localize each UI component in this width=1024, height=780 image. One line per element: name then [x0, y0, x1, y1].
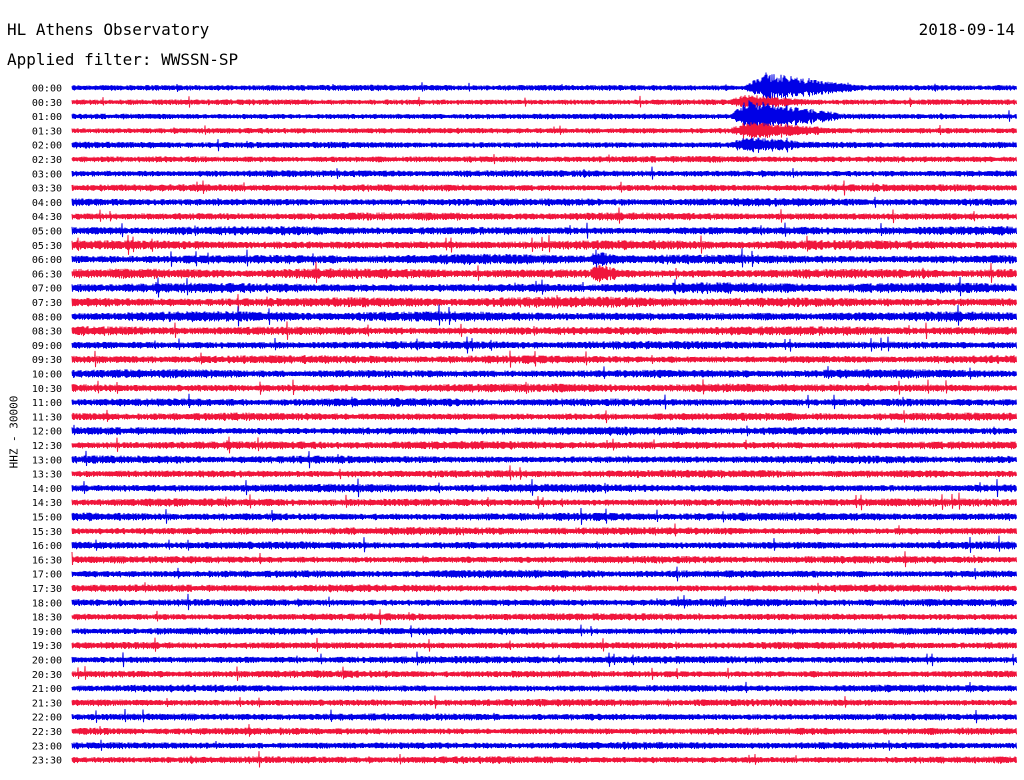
trace-row-1200 — [71, 424, 1017, 437]
row-time-label: 06:00 — [32, 255, 62, 266]
row-time-label: 08:00 — [32, 312, 62, 323]
row-time-label: 05:00 — [32, 227, 62, 238]
trace-row-2230 — [71, 724, 1017, 737]
row-time-label: 10:00 — [32, 370, 62, 381]
trace-row-1600 — [71, 535, 1017, 553]
trace-row-1800 — [71, 593, 1017, 611]
trace-row-2030 — [71, 666, 1017, 681]
trace-row-1830 — [71, 609, 1017, 625]
row-time-label: 17:30 — [32, 584, 62, 595]
trace-row-0700 — [71, 276, 1017, 298]
row-time-label: 22:00 — [32, 713, 62, 724]
row-time-label: 04:30 — [32, 212, 62, 223]
row-time-label: 14:30 — [32, 498, 62, 509]
row-time-label: 05:30 — [32, 241, 62, 252]
trace-row-1030 — [71, 379, 1017, 396]
row-time-label: 22:30 — [32, 727, 62, 738]
row-time-label: 00:30 — [32, 98, 62, 109]
row-time-label: 19:00 — [32, 627, 62, 638]
trace-row-2200 — [71, 708, 1017, 724]
row-time-label: 15:30 — [32, 527, 62, 538]
trace-row-1530 — [71, 523, 1017, 537]
trace-row-1100 — [71, 393, 1017, 410]
row-time-label: 10:30 — [32, 384, 62, 395]
trace-row-0830 — [71, 321, 1017, 340]
row-time-label: 11:30 — [32, 412, 62, 423]
trace-row-1400 — [71, 478, 1017, 498]
row-time-label: 03:00 — [32, 169, 62, 180]
row-time-label: 20:00 — [32, 656, 62, 667]
trace-row-0630 — [71, 261, 1017, 283]
trace-row-2330 — [71, 751, 1017, 768]
row-time-label: 04:00 — [32, 198, 62, 209]
row-time-label: 06:30 — [32, 269, 62, 280]
row-time-label: 14:00 — [32, 484, 62, 495]
trace-row-1730 — [71, 582, 1017, 594]
trace-row-2000 — [71, 651, 1017, 668]
row-time-label: 02:00 — [32, 141, 62, 152]
trace-row-0330 — [71, 180, 1017, 196]
row-time-label: 16:00 — [32, 541, 62, 552]
row-time-label: 12:00 — [32, 427, 62, 438]
row-time-label: 01:00 — [32, 112, 62, 123]
row-time-label: 13:30 — [32, 470, 62, 481]
row-time-label: 19:30 — [32, 641, 62, 652]
trace-row-1700 — [71, 566, 1017, 582]
trace-row-0130 — [71, 122, 1017, 140]
trace-row-1500 — [71, 507, 1017, 525]
trace-row-0200 — [71, 137, 1017, 153]
trace-row-0930 — [71, 350, 1017, 368]
trace-row-0030 — [71, 95, 1017, 108]
row-time-label: 03:30 — [32, 184, 62, 195]
helicorder-plot: 00:00 00:30 01:00 01:30 02:00 02:30 03:00 03:30… — [32, 72, 1017, 768]
row-time-label: 21:30 — [32, 698, 62, 709]
trace-row-1000 — [71, 366, 1017, 380]
trace-row-0600 — [71, 248, 1017, 270]
row-time-label: 09:30 — [32, 355, 62, 366]
trace-row-1300 — [71, 450, 1017, 469]
row-time-label: 17:00 — [32, 570, 62, 581]
row-time-label: 02:30 — [32, 155, 62, 166]
trace-row-2100 — [71, 681, 1017, 693]
row-time-label: 16:30 — [32, 555, 62, 566]
row-time-label: 07:30 — [32, 298, 62, 309]
row-time-label: 15:00 — [32, 513, 62, 524]
trace-row-1430 — [71, 492, 1017, 511]
trace-row-0530 — [71, 235, 1017, 255]
row-time-label: 07:00 — [32, 284, 62, 295]
row-time-label: 09:00 — [32, 341, 62, 352]
trace-row-0430 — [71, 207, 1017, 224]
row-time-label: 12:30 — [32, 441, 62, 452]
row-time-label: 20:30 — [32, 670, 62, 681]
row-time-label: 18:00 — [32, 598, 62, 609]
row-time-label: 23:00 — [32, 741, 62, 752]
trace-row-0900 — [71, 336, 1017, 354]
trace-row-0400 — [71, 196, 1017, 208]
trace-row-2300 — [71, 739, 1017, 751]
row-time-label: 11:00 — [32, 398, 62, 409]
trace-row-2130 — [71, 695, 1017, 709]
row-time-label: 00:00 — [32, 84, 62, 95]
row-time-label: 18:30 — [32, 613, 62, 624]
row-time-label: 01:30 — [32, 126, 62, 137]
trace-row-0800 — [71, 304, 1017, 327]
trace-row-0500 — [71, 222, 1017, 239]
trace-row-0230 — [71, 154, 1017, 165]
trace-row-0730 — [71, 294, 1017, 311]
trace-row-1130 — [71, 409, 1017, 424]
trace-row-0300 — [71, 166, 1017, 180]
trace-row-1900 — [71, 624, 1017, 638]
trace-row-1230 — [71, 436, 1017, 454]
trace-row-1930 — [71, 637, 1017, 652]
row-time-label: 08:30 — [32, 327, 62, 338]
row-time-label: 23:30 — [32, 756, 62, 767]
trace-row-1630 — [71, 551, 1017, 568]
row-time-label: 13:00 — [32, 455, 62, 466]
row-time-label: 21:00 — [32, 684, 62, 695]
trace-row-1330 — [71, 465, 1017, 481]
trace-row-0100 — [71, 100, 1017, 131]
trace-row-0000 — [71, 72, 1017, 102]
